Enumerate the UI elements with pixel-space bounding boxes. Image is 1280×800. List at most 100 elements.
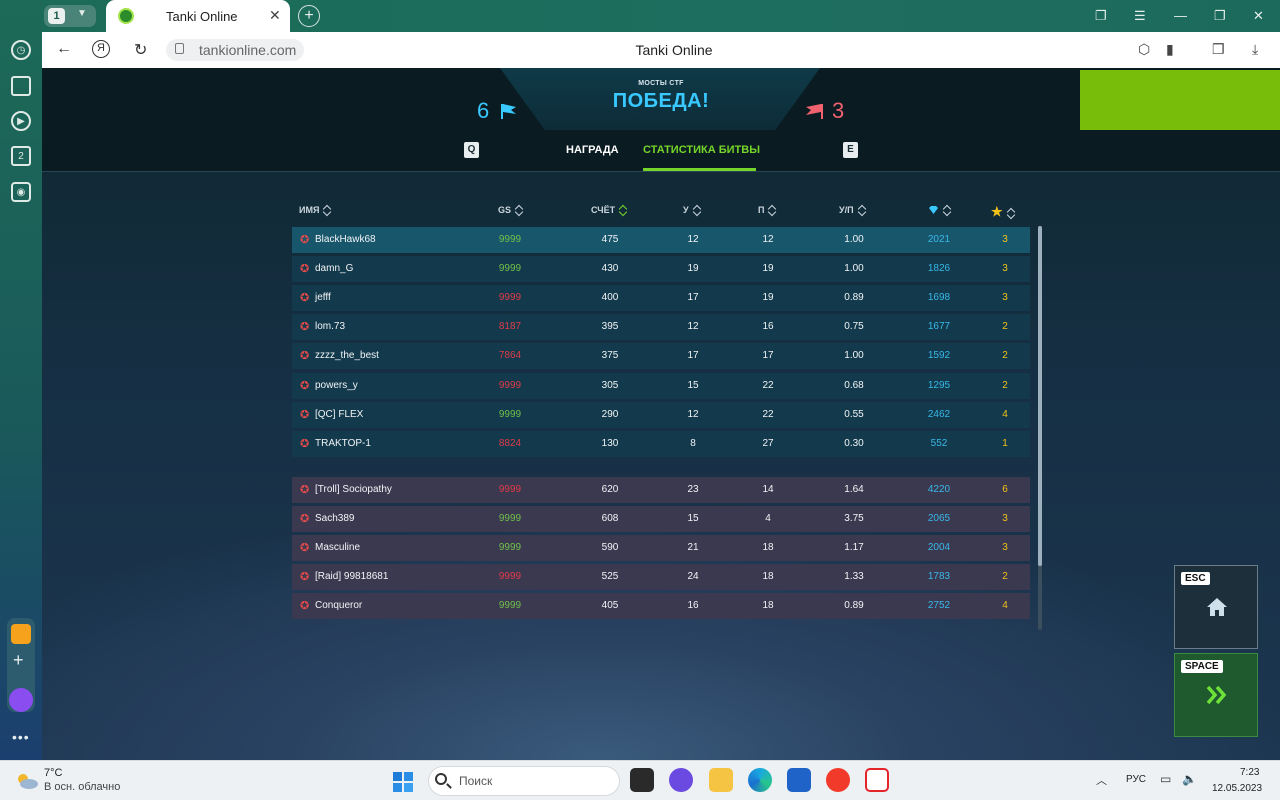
col-crystals[interactable]	[928, 204, 951, 215]
col-name[interactable]: ИМЯ	[299, 204, 331, 215]
rank-icon: ✪	[300, 571, 310, 583]
table-row[interactable]: ✪ BlackHawk68 9999 475 12 12 1.00 2021 3	[292, 227, 1030, 253]
file-explorer-icon[interactable]	[709, 768, 733, 792]
sort-icon	[693, 204, 701, 215]
tab-battle-stats[interactable]: СТАТИСТИКА БИТВЫ	[643, 144, 760, 156]
alice-icon[interactable]	[9, 688, 33, 712]
kd-ratio: 0.89	[844, 600, 864, 611]
table-row[interactable]: ✪ Sach389 9999 608 15 4 3.75 2065 3	[292, 506, 1030, 532]
mail-icon[interactable]	[11, 624, 31, 644]
history-icon[interactable]: ◷	[11, 40, 31, 60]
close-window-icon[interactable]: ✕	[1253, 8, 1264, 24]
col-gs[interactable]: GS	[498, 204, 523, 215]
browser-tab-active[interactable]: Tanki Online ✕	[106, 0, 290, 34]
sort-icon	[943, 204, 951, 215]
collections-icon[interactable]	[11, 76, 31, 96]
score: 290	[601, 408, 619, 420]
crystals: 1698	[927, 292, 951, 304]
taskbar-search[interactable]: Поиск	[428, 766, 620, 796]
minimize-icon[interactable]: —	[1174, 8, 1187, 23]
tab-counter-button[interactable]: 1 ▼	[44, 5, 96, 27]
play-icon[interactable]: ▶	[11, 111, 31, 131]
home-button[interactable]: ESC	[1174, 565, 1258, 649]
rank-icon: ✪	[300, 600, 310, 612]
rank-icon: ✪	[300, 321, 310, 334]
restore-icon[interactable]: ❐	[1214, 8, 1226, 24]
add-icon[interactable]: +	[13, 650, 24, 671]
store-icon[interactable]	[787, 768, 811, 792]
table-row[interactable]: ✪ [QC] FLEX 9999 290 12 22 0.55 2462 4	[292, 401, 1030, 428]
language-indicator[interactable]: РУС	[1126, 774, 1146, 785]
network-icon[interactable]: ▭	[1160, 772, 1171, 786]
bookmark-icon[interactable]: ▮	[1166, 41, 1174, 58]
table-row[interactable]: ✪ lom.73 8187 395 12 16 0.75 1677 2	[292, 314, 1030, 341]
crystals: 1677	[927, 321, 951, 333]
table-row[interactable]: ✪ [Raid] 99818681 9999 525 24 18 1.33 1783 2	[292, 564, 1030, 590]
volume-icon[interactable]: 🔈	[1182, 772, 1197, 786]
counter-badge[interactable]: 2	[11, 146, 31, 166]
menu-icon[interactable]: ☰	[1134, 8, 1146, 24]
table-row[interactable]: ✪ TRAKTOP-1 8824 130 8 27 0.30 552 1	[292, 430, 1030, 457]
windows-start-icon[interactable]	[392, 771, 414, 793]
windows-taskbar: 7°C В осн. облачно Поиск ︿ РУС ▭ 🔈 7:23 …	[0, 760, 1280, 800]
score: 608	[601, 513, 619, 524]
new-tab-button[interactable]: +	[298, 5, 320, 27]
yandex-browser-icon[interactable]	[826, 768, 850, 792]
col-kd[interactable]: У/П	[839, 204, 866, 215]
screenshot-icon[interactable]: ◉	[11, 182, 31, 202]
reader-icon[interactable]: ❒	[1212, 41, 1225, 58]
teams-icon[interactable]	[669, 768, 693, 792]
rank-icon: ✪	[300, 542, 310, 554]
key-e[interactable]: E	[843, 142, 858, 158]
key-q[interactable]: Q	[464, 142, 479, 158]
crystal-icon	[929, 205, 938, 214]
download-icon[interactable]: ⤓	[1252, 41, 1258, 58]
tray-expand-icon[interactable]: ︿	[1096, 772, 1107, 788]
table-row[interactable]: ✪ jefff 9999 400 17 19 0.89 1698 3	[292, 285, 1030, 312]
weather-cloud-icon[interactable]	[14, 771, 40, 791]
star-icon: ★	[991, 204, 1003, 219]
crystals: 1783	[927, 571, 951, 582]
stars: 4	[1002, 408, 1008, 420]
clock-date: 12.05.2023	[1212, 783, 1263, 794]
col-deaths[interactable]: П	[758, 204, 776, 215]
kd-ratio: 1.00	[844, 350, 864, 362]
table-row[interactable]: ✪ zzzz_the_best 7864 375 17 17 1.00 1592 2	[292, 343, 1030, 370]
more-icon[interactable]: •••	[12, 729, 30, 745]
task-view-icon[interactable]	[630, 768, 654, 792]
crystals: 2462	[927, 408, 951, 420]
col-score[interactable]: СЧЁТ	[591, 204, 627, 215]
search-placeholder: Поиск	[459, 774, 493, 788]
tab-title: Tanki Online	[166, 9, 238, 24]
kd-ratio: 1.17	[844, 542, 864, 553]
scrollbar-thumb[interactable]	[1038, 226, 1042, 566]
tab-reward[interactable]: НАГРАДА	[566, 144, 619, 156]
continue-button[interactable]: SPACE	[1174, 653, 1258, 737]
edge-icon[interactable]	[748, 768, 772, 792]
rank-icon: ✪	[300, 408, 310, 421]
crystals: 2752	[927, 600, 951, 611]
extension-icon[interactable]: ⬡	[1138, 41, 1150, 58]
rank-icon: ✪	[300, 263, 310, 276]
table-row[interactable]: ✪ Masculine 9999 590 21 18 1.17 2004 3	[292, 535, 1030, 561]
table-row[interactable]: ✪ [Troll] Sociopathy 9999 620 23 14 1.64 4220 6	[292, 477, 1030, 503]
sort-active-icon	[619, 204, 627, 215]
double-chevron-right-icon	[1206, 685, 1227, 705]
tanki-favicon-icon	[118, 8, 134, 24]
kd-ratio: 0.55	[844, 408, 864, 420]
col-kills[interactable]: У	[683, 204, 701, 215]
table-row[interactable]: ✪ powers_y 9999 305 15 22 0.68 1295 2	[292, 372, 1030, 399]
bookmarks-panel-icon[interactable]: ❐	[1095, 8, 1107, 24]
table-scrollbar[interactable]	[1038, 226, 1042, 630]
kd-ratio: 1.00	[844, 263, 864, 275]
yandex-active-icon[interactable]	[865, 768, 889, 792]
crystals: 2065	[927, 513, 951, 524]
table-row[interactable]: ✪ damn_G 9999 430 19 19 1.00 1826 3	[292, 256, 1030, 283]
rank-icon: ✪	[300, 379, 310, 392]
col-stars[interactable]: ★	[991, 204, 1015, 220]
table-row[interactable]: ✪ Conqueror 9999 405 16 18 0.89 2752 4	[292, 593, 1030, 619]
close-tab-icon[interactable]: ✕	[269, 7, 281, 24]
player-name: Masculine	[315, 542, 361, 553]
player-name: [Troll] Sociopathy	[315, 484, 392, 495]
kills: 12	[687, 321, 699, 333]
